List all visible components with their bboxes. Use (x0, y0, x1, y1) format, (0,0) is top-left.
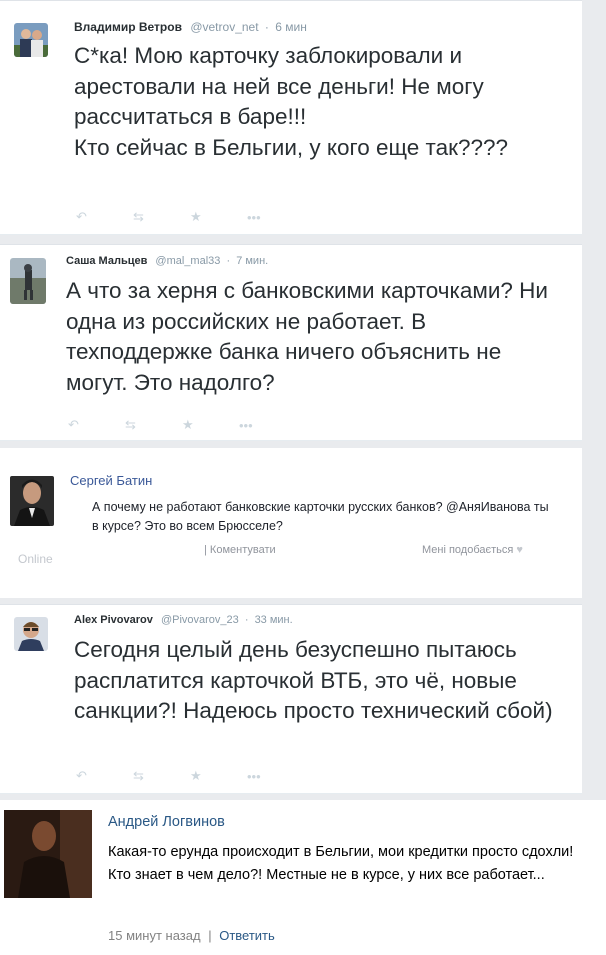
author-handle[interactable]: @vetrov_net (190, 20, 258, 34)
author-handle[interactable]: @Pivovarov_23 (161, 614, 239, 626)
reply-link[interactable]: Ответить (219, 928, 275, 943)
tweet-header: Alex Pivovarov @Pivovarov_23 · 33 мин. (74, 614, 293, 626)
timestamp[interactable]: 6 мин (275, 20, 307, 34)
dark-silhouette-avatar (4, 810, 92, 898)
favorite-icon[interactable]: ★ (190, 209, 247, 225)
online-status: Online (18, 552, 53, 566)
author-name[interactable]: Саша Мальцев (66, 255, 147, 267)
tweet-header: Саша Мальцев @mal_mal33 · 7 мин. (66, 255, 269, 267)
more-icon[interactable]: ••• (239, 418, 296, 433)
reply-icon[interactable]: ↶ (76, 768, 133, 784)
tweet-card: Саша Мальцев @mal_mal33 · 7 мин. А что з… (0, 244, 582, 441)
avatar[interactable] (10, 258, 46, 304)
tweet-text: А что за херня с банковскими карточками?… (66, 278, 548, 395)
landscape-photo-avatar (10, 258, 46, 304)
author-name[interactable]: Андрей Логвинов (108, 814, 225, 830)
sunglasses-man-avatar (14, 617, 48, 651)
more-icon[interactable]: ••• (247, 769, 304, 784)
retweet-icon[interactable]: ⇆ (133, 209, 190, 225)
favorite-icon[interactable]: ★ (190, 768, 247, 784)
favorite-icon[interactable]: ★ (182, 417, 239, 433)
comment-meta: 15 минут назад | Ответить (108, 928, 275, 943)
tweet-header: Владимир Ветров @vetrov_net · 6 мин (74, 20, 307, 34)
avatar[interactable] (14, 23, 48, 57)
author-name[interactable]: Владимир Ветров (74, 20, 182, 34)
more-icon[interactable]: ••• (247, 210, 304, 225)
timestamp[interactable]: 15 минут назад (108, 928, 201, 943)
avatar[interactable] (4, 810, 92, 898)
avatar[interactable] (14, 617, 48, 651)
author-handle[interactable]: @mal_mal33 (155, 255, 220, 267)
comment-card: Online Сергей Батин А почему не работают… (0, 448, 582, 598)
reply-icon[interactable]: ↶ (76, 209, 133, 225)
heart-icon: ♥ (516, 544, 523, 556)
comment-link[interactable]: | Коментувати (204, 544, 276, 556)
comment-text: А почему не работают банковские карточки… (92, 500, 549, 533)
comment-text: Какая-то ерунда происходит в Бельгии, мо… (108, 844, 574, 883)
avatar[interactable] (10, 476, 54, 526)
timestamp[interactable]: 33 мин. (255, 614, 293, 626)
tweet-actions: ↶ ⇆ ★ ••• (76, 768, 304, 784)
tweet-actions: ↶ ⇆ ★ ••• (76, 209, 304, 225)
timestamp[interactable]: 7 мин. (236, 255, 268, 267)
tweet-card: Alex Pivovarov @Pivovarov_23 · 33 мин. С… (0, 604, 582, 794)
tweet-text: С*ка! Мою карточку заблокировали и арест… (74, 43, 509, 160)
comment-card: Андрей Логвинов Какая-то ерунда происход… (0, 800, 606, 955)
tweet-card: Владимир Ветров @vetrov_net · 6 мин С*ка… (0, 0, 582, 235)
author-name[interactable]: Сергей Батин (70, 473, 152, 488)
man-portrait-avatar (10, 476, 54, 526)
couple-photo-avatar (14, 23, 48, 57)
author-name[interactable]: Alex Pivovarov (74, 614, 153, 626)
reply-icon[interactable]: ↶ (68, 417, 125, 433)
like-link[interactable]: Мені подобається ♥ (422, 544, 523, 556)
retweet-icon[interactable]: ⇆ (133, 768, 190, 784)
tweet-actions: ↶ ⇆ ★ ••• (68, 417, 296, 433)
tweet-text: Сегодня целый день безуспешно пытаюсь ра… (74, 637, 553, 723)
retweet-icon[interactable]: ⇆ (125, 417, 182, 433)
